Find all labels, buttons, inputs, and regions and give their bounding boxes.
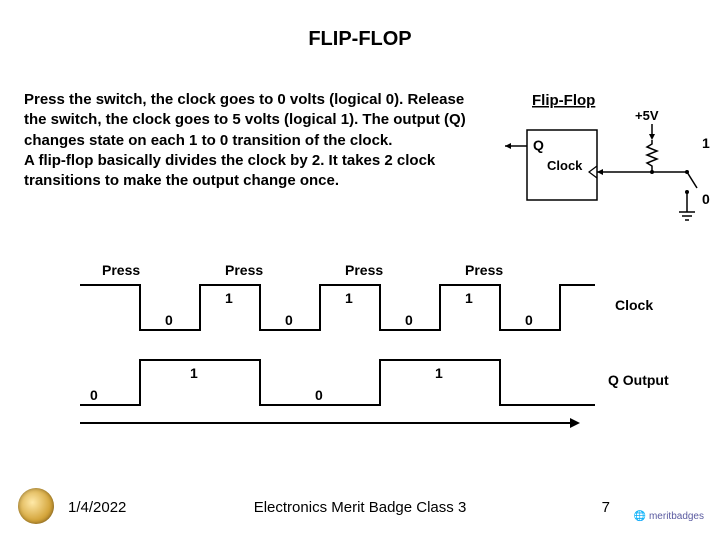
clock-title: Clock [615, 297, 653, 313]
q-level: 1 [190, 365, 198, 381]
clock-level: 0 [405, 312, 413, 328]
clock-level: 1 [225, 290, 233, 306]
q-level: 0 [315, 387, 323, 403]
press-label: Press [102, 262, 140, 278]
press-label: Press [345, 262, 383, 278]
q-pin-label: Q [533, 137, 544, 153]
logic-low-label: 0 [702, 191, 710, 207]
press-label: Press [465, 262, 503, 278]
footer-title: Electronics Merit Badge Class 3 [0, 499, 720, 516]
clock-level: 0 [285, 312, 293, 328]
clock-level: 0 [165, 312, 173, 328]
clock-level: 0 [525, 312, 533, 328]
q-level: 0 [90, 387, 98, 403]
q-level: 1 [435, 365, 443, 381]
clock-level: 1 [345, 290, 353, 306]
logic-high-label: 1 [702, 135, 710, 151]
globe-icon: 🌐 [634, 511, 646, 522]
supply-label: +5V [635, 108, 659, 123]
schematic-title: Flip-Flop [532, 92, 595, 109]
schematic-diagram: Flip-Flop +5V 1 0 Q Clock [497, 90, 712, 240]
press-label: Press [225, 262, 263, 278]
body-paragraph: Press the switch, the clock goes to 0 vo… [24, 90, 474, 191]
timing-diagram: Press Press Press Press 0 1 0 1 0 1 0 Cl… [40, 255, 680, 445]
footer-right-badge: 🌐 meritbadges [634, 511, 704, 522]
footer-page-number: 7 [602, 499, 610, 516]
footer-right-text: meritbadges [649, 511, 704, 522]
q-title: Q Output [608, 372, 669, 388]
page-title: FLIP-FLOP [0, 0, 720, 51]
clock-waveform [80, 285, 595, 330]
clock-level: 1 [465, 290, 473, 306]
q-waveform [80, 360, 595, 405]
clock-pin-label: Clock [547, 158, 583, 173]
